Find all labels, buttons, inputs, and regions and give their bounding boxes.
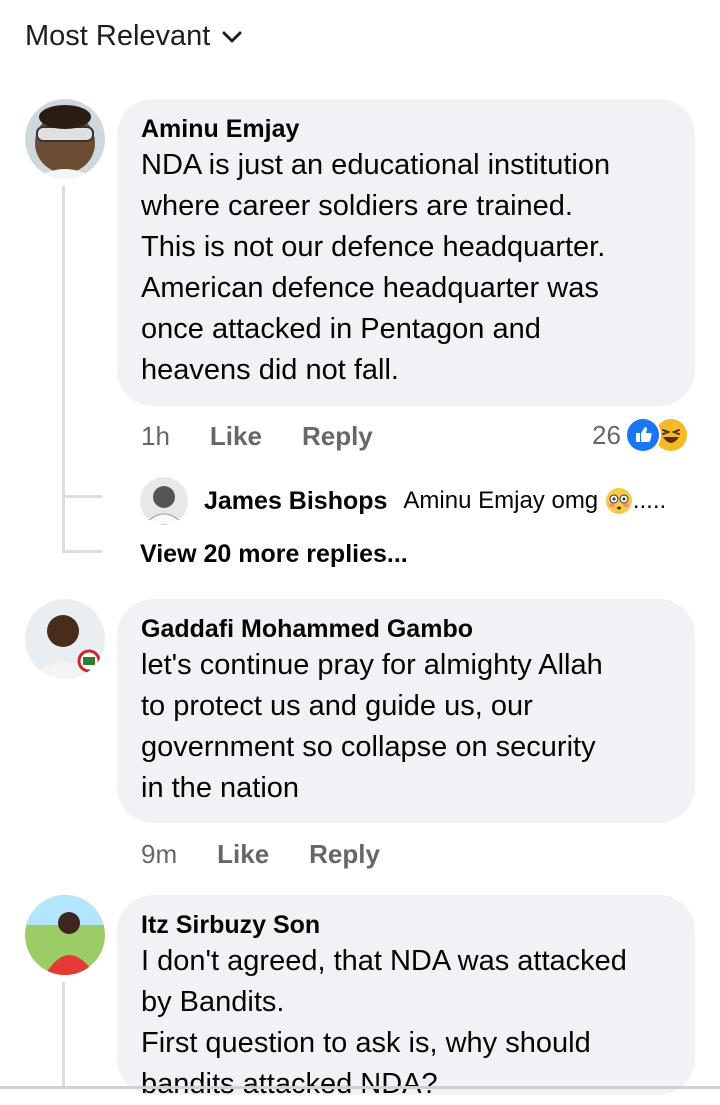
like-icon [624,417,661,453]
chevron-down-icon [222,31,242,42]
comment-bubble: Itz Sirbuzy Son I don't agreed, that NDA… [117,895,695,1100]
comment-author[interactable]: Gaddafi Mohammed Gambo [141,613,671,645]
comment-line: in the nation [141,772,300,804]
like-button[interactable]: Like [210,421,262,452]
comment-text: let's continue pray for almighty Allah t… [141,645,671,809]
comment-bubble: Aminu Emjay NDA is just an educational i… [117,99,695,406]
comment-line: heavens did not fall. [141,354,399,386]
comment-actions: 1h Like Reply [141,421,373,452]
comment-bubble: Gaddafi Mohammed Gambo let's continue pr… [117,599,695,823]
reply-ellipsis: ..... [632,486,667,514]
reply-author[interactable]: James Bishops [204,487,387,516]
bottom-divider [0,1086,720,1089]
comment-line: NDA is just an educational institution [141,149,611,181]
comment-author[interactable]: Aminu Emjay [141,113,671,145]
reply-text-content: Aminu Emjay omg [403,486,599,514]
thread-branch [62,495,102,498]
comment-text: I don't agreed, that NDA was attacked by… [141,941,671,1105]
reaction-count: 26 [592,419,621,450]
avatar-james-bishops [140,477,188,525]
comment-line: let's continue pray for almighty Allah [141,649,603,681]
comment-line: by Bandits. [141,986,285,1018]
comment-line: government so collapse on security [141,731,596,763]
comment-time[interactable]: 1h [141,421,170,452]
comment-line: First question to ask is, why should [141,1027,591,1059]
view-more-replies-link[interactable]: View 20 more replies... [140,540,408,569]
comment-line: where career soldiers are trained. [141,190,573,222]
sort-dropdown[interactable]: Most Relevant [25,20,242,53]
comment-text: NDA is just an educational institution w… [141,145,671,391]
comment-author[interactable]: Itz Sirbuzy Son [141,909,671,941]
reply-text: Aminu Emjay omg ..... [403,487,666,516]
comment-time[interactable]: 9m [141,839,177,870]
sort-label: Most Relevant [25,20,211,52]
thread-branch [62,550,102,553]
avatar-itz-sirbuzy-son[interactable] [25,895,105,975]
avatar-aminu-emjay[interactable] [25,99,105,179]
thread-line [62,982,65,1086]
reply-preview[interactable]: James Bishops Aminu Emjay omg ..... [140,477,666,525]
comment-line: to protect us and guide us, our [141,690,533,722]
reply-button[interactable]: Reply [309,839,380,870]
flushed-face-emoji [605,488,632,515]
comment-line: bandits attacked NDA? [141,1068,438,1100]
comment-line: I don't agreed, that NDA was attacked [141,945,627,977]
reaction-summary[interactable]: 26 [592,417,689,453]
comment-line: American defence headquarter was [141,272,599,304]
comment-line: once attacked in Pentagon and [141,313,541,345]
like-button[interactable]: Like [217,839,269,870]
avatar-gaddafi-mohammed-gambo[interactable] [25,599,105,679]
comment-line: This is not our defence headquarter. [141,231,606,263]
comment-actions: 9m Like Reply [141,839,380,870]
reply-button[interactable]: Reply [302,421,373,452]
